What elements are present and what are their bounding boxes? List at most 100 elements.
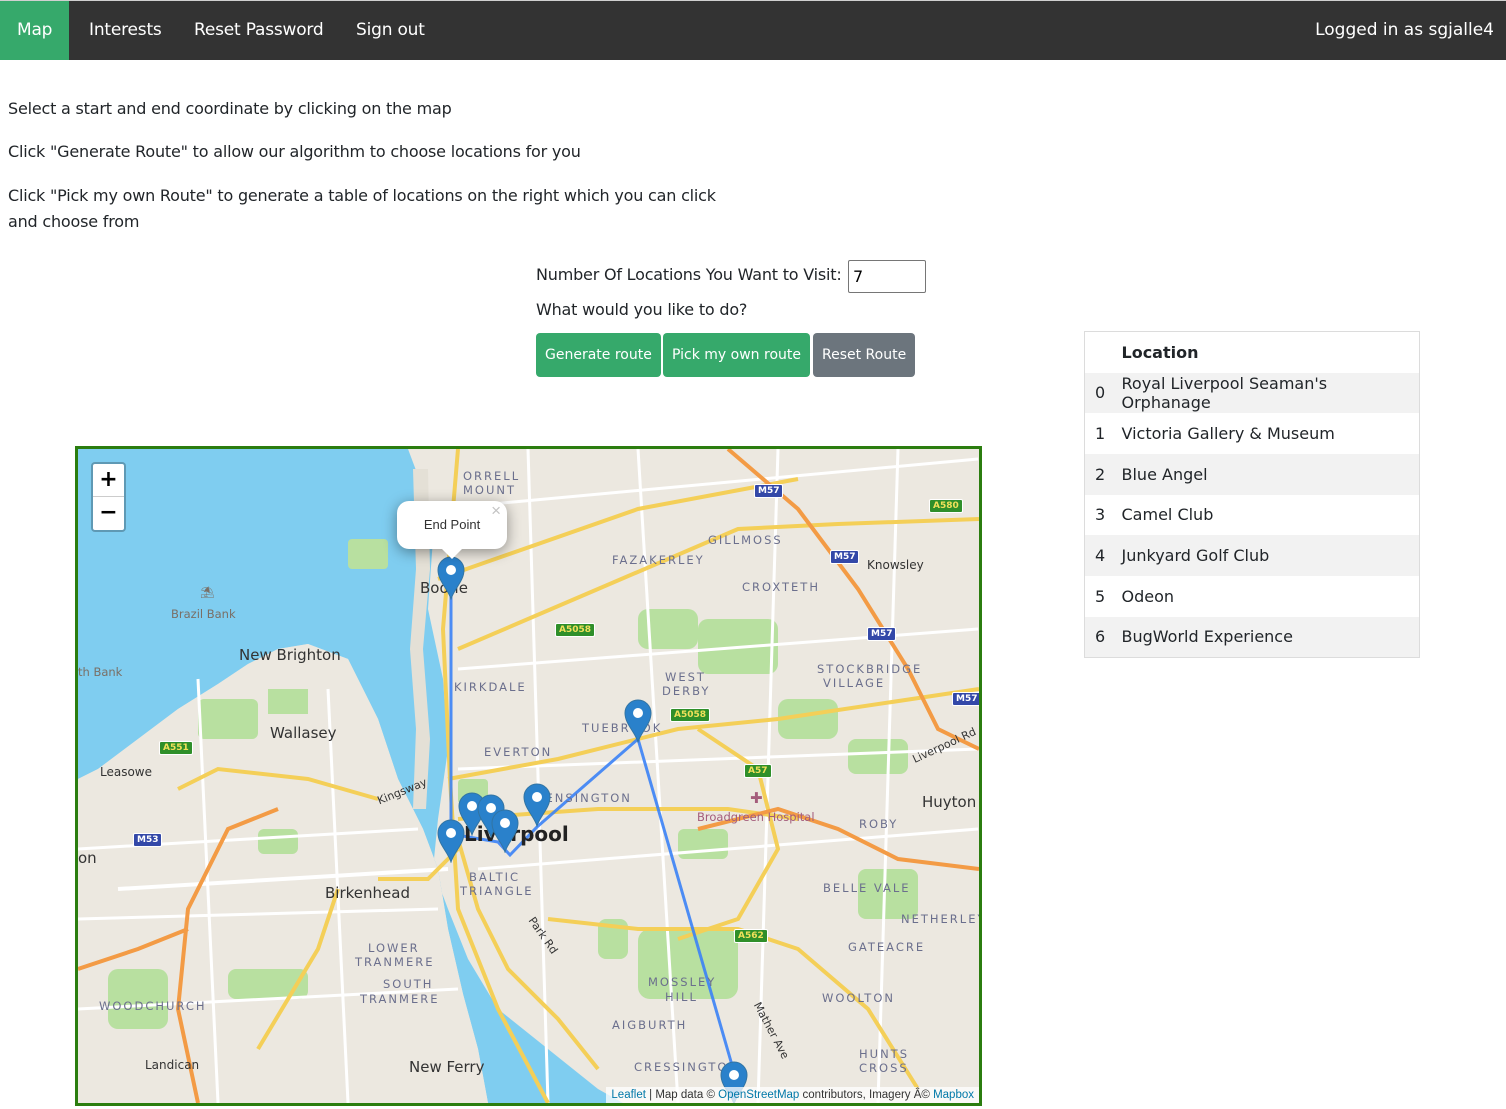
map-label: EVERTON xyxy=(484,745,553,759)
road-shield: M57 xyxy=(867,627,897,641)
road-shield: M57 xyxy=(754,484,784,498)
map-label: HILL xyxy=(665,990,698,1004)
zoom-control: + − xyxy=(91,462,126,532)
map-label: BELLE VALE xyxy=(823,881,911,895)
instruction-select: Select a start and end coordinate by cli… xyxy=(8,99,452,118)
row-index: 2 xyxy=(1084,453,1122,495)
map[interactable]: ORRELL MOUNT ⛱ Brazil Bank Bootle FAZAKE… xyxy=(75,446,982,1106)
row-location: Royal Liverpool Seaman's Orphanage xyxy=(1121,372,1420,414)
generate-route-button[interactable]: Generate route xyxy=(536,333,661,377)
map-label: Brazil Bank xyxy=(171,607,236,621)
leaflet-link[interactable]: Leaflet xyxy=(611,1089,646,1101)
reset-route-button[interactable]: Reset Route xyxy=(813,333,916,377)
map-label: Wallasey xyxy=(270,724,337,742)
map-label: WOOLTON xyxy=(822,991,895,1005)
table-row[interactable]: 2 Blue Angel xyxy=(1084,453,1420,495)
openstreetmap-link[interactable]: OpenStreetMap xyxy=(718,1089,799,1101)
question-label: What would you like to do? xyxy=(536,300,748,319)
table-row[interactable]: 1 Victoria Gallery & Museum xyxy=(1085,413,1420,454)
road-shield: A5058 xyxy=(555,623,596,637)
road-shield: A562 xyxy=(734,929,768,943)
end-point-marker[interactable] xyxy=(436,556,466,600)
map-label: Landican xyxy=(145,1058,200,1072)
map-label: Broadgreen Hospital xyxy=(697,810,815,824)
zoom-out-button[interactable]: − xyxy=(93,497,124,530)
map-label-poi: ⛱ xyxy=(200,585,215,599)
attribution-text: contributors, Imagery Â© xyxy=(799,1089,934,1101)
pick-own-route-button[interactable]: Pick my own route xyxy=(663,333,810,377)
instruction-pick-own-line1: Click "Pick my own Route" to generate a … xyxy=(8,186,716,205)
road-shield: M57 xyxy=(952,692,979,706)
instruction-generate: Click "Generate Route" to allow our algo… xyxy=(8,142,581,161)
map-label: NETHERLEY xyxy=(901,912,982,926)
map-label: ORRELL xyxy=(463,469,521,483)
table-row[interactable]: 3 Camel Club xyxy=(1085,495,1420,536)
map-label: DERBY xyxy=(662,684,711,698)
road-shield: A551 xyxy=(159,741,193,755)
map-label: HUNTS xyxy=(859,1047,909,1061)
logged-in-user: Logged in as sgjalle4 xyxy=(1315,20,1494,40)
map-label: LOWER xyxy=(368,941,420,955)
map-label: Leasowe xyxy=(100,765,153,779)
map-label: th Bank xyxy=(78,665,123,679)
map-label: STOCKBRIDGE xyxy=(817,662,923,676)
popup-close-icon[interactable]: × xyxy=(491,487,501,535)
map-label: MOSSLEY xyxy=(648,975,717,989)
location-marker[interactable] xyxy=(522,783,552,827)
row-location: Junkyard Golf Club xyxy=(1121,535,1420,576)
map-attribution: Leaflet | Map data © OpenStreetMap contr… xyxy=(606,1087,979,1103)
map-label: TRANMERE xyxy=(360,992,440,1006)
map-label: TRANMERE xyxy=(355,955,435,969)
map-label: GILLMOSS xyxy=(708,533,783,547)
locations-table: Location 0 Royal Liverpool Seaman's Orpha… xyxy=(1084,331,1420,658)
popup-text: End Point xyxy=(423,517,481,532)
row-index: 3 xyxy=(1095,505,1106,525)
nav-interests[interactable]: Interests xyxy=(72,1,179,60)
instruction-pick-own: Click "Pick my own Route" to generate a … xyxy=(8,183,716,235)
map-label: AIGBURTH xyxy=(612,1018,688,1032)
table-row[interactable]: 4 Junkyard Golf Club xyxy=(1084,535,1420,576)
map-label: MOUNT xyxy=(463,483,517,497)
row-location: Victoria Gallery & Museum xyxy=(1121,424,1335,444)
road-shield: A580 xyxy=(929,499,963,513)
hospital-icon: ✚ xyxy=(750,789,763,807)
map-label: ROBY xyxy=(859,817,899,831)
road-shield: A57 xyxy=(744,764,772,778)
header-index xyxy=(1085,332,1122,373)
map-label: New Ferry xyxy=(409,1058,485,1076)
map-label: CROXTETH xyxy=(742,580,820,594)
row-index: 1 xyxy=(1095,424,1106,444)
attribution-text: | Map data © xyxy=(645,1089,719,1101)
map-label: CROSS xyxy=(859,1061,909,1075)
start-point-marker[interactable] xyxy=(436,819,466,863)
map-label: WOODCHURCH xyxy=(99,999,207,1013)
table-header-row: Location xyxy=(1085,332,1420,373)
map-label: Huyton xyxy=(922,793,977,811)
header-location: Location xyxy=(1121,342,1199,362)
location-marker[interactable] xyxy=(490,809,520,853)
row-location: Odeon xyxy=(1121,586,1175,606)
nav-map[interactable]: Map xyxy=(0,1,70,60)
table-row[interactable]: 6 BugWorld Experience xyxy=(1084,616,1420,658)
map-label: VILLAGE xyxy=(823,676,886,690)
zoom-in-button[interactable]: + xyxy=(93,464,124,497)
map-label: BALTIC xyxy=(469,870,521,884)
instruction-pick-own-line2: and choose from xyxy=(8,212,140,231)
map-label: SOUTH xyxy=(383,977,434,991)
table-row[interactable]: 5 Odeon xyxy=(1085,576,1420,617)
num-locations-input[interactable] xyxy=(848,260,926,293)
map-label: New Brighton xyxy=(239,646,341,664)
mapbox-link[interactable]: Mapbox xyxy=(933,1089,974,1101)
row-index: 0 xyxy=(1084,372,1122,414)
map-label: FAZAKERLEY xyxy=(612,553,705,567)
nav-reset-password[interactable]: Reset Password xyxy=(177,1,341,60)
map-label: on xyxy=(78,849,97,867)
location-marker[interactable] xyxy=(623,699,653,743)
map-label: KIRKDALE xyxy=(454,680,527,694)
nav-sign-out[interactable]: Sign out xyxy=(339,1,442,60)
row-index: 6 xyxy=(1084,616,1122,658)
road-shield: M57 xyxy=(830,550,860,564)
road-shield: A5058 xyxy=(670,708,711,722)
end-point-popup: End Point × xyxy=(397,501,507,559)
table-row[interactable]: 0 Royal Liverpool Seaman's Orphanage xyxy=(1084,372,1420,414)
